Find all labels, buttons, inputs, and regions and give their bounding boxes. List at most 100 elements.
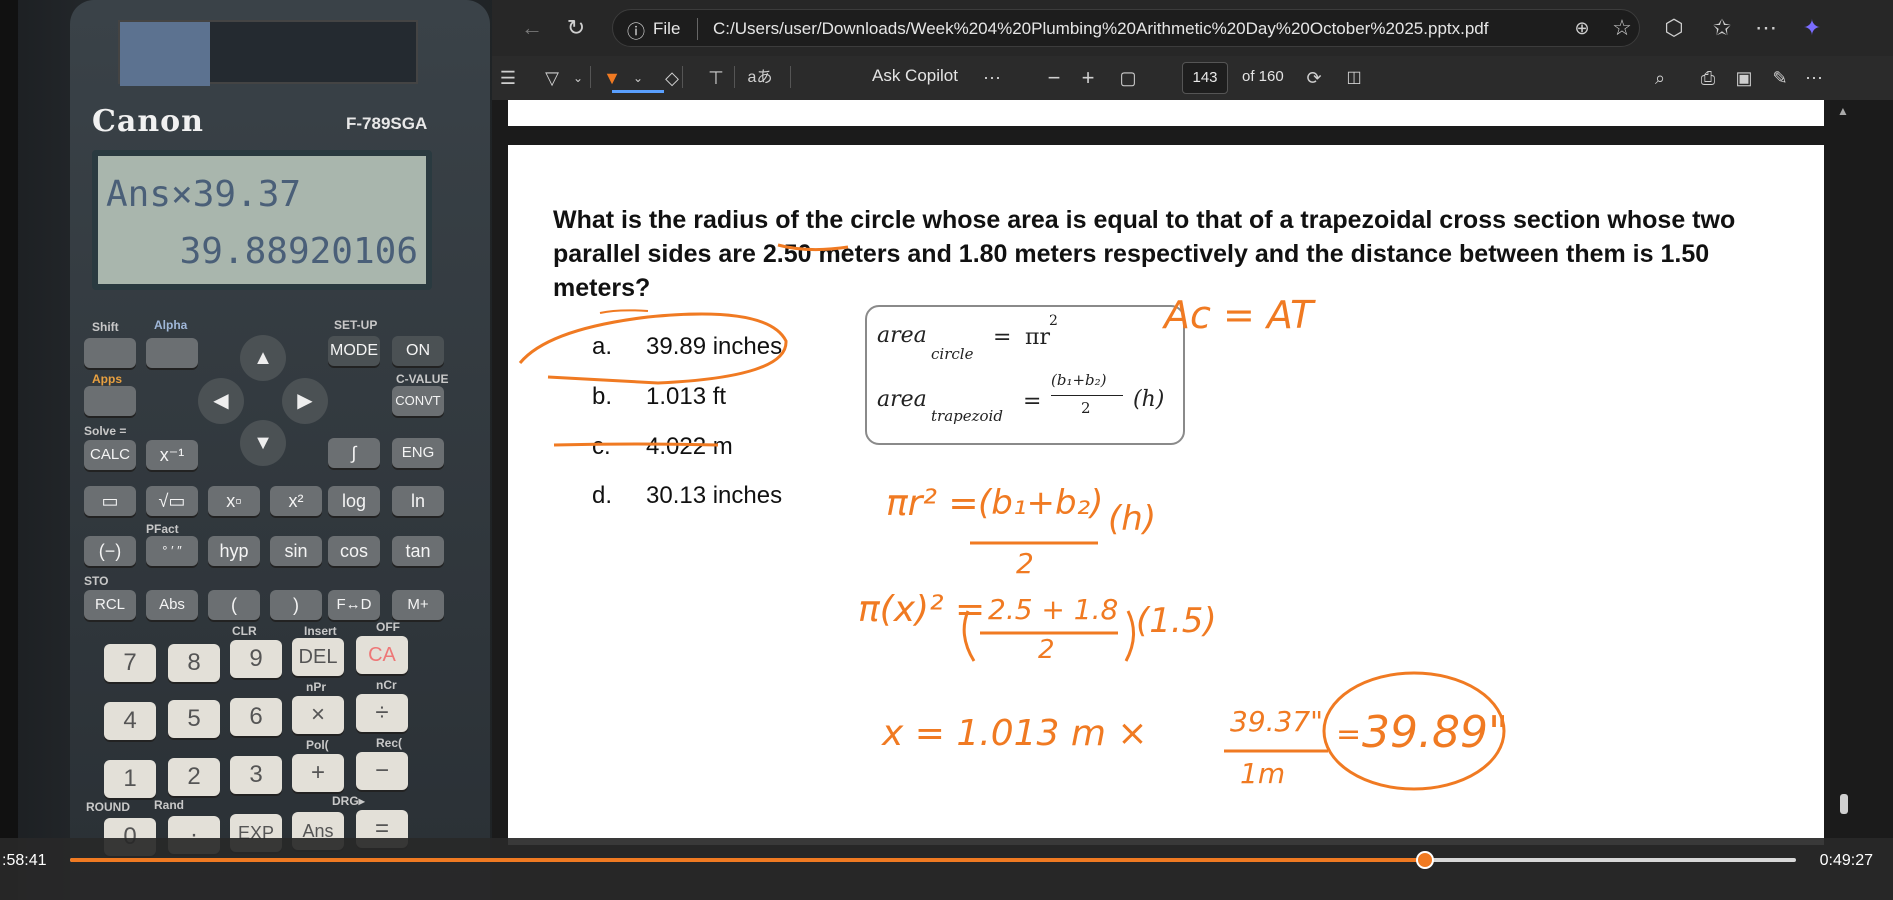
label-setup: SET-UP [334, 318, 378, 332]
rparen-key[interactable]: ) [270, 590, 322, 620]
extensions-icon[interactable]: ⬡ [1658, 12, 1690, 44]
negative-key[interactable]: (−) [84, 536, 136, 566]
text-box-icon[interactable]: ⊤ [700, 62, 732, 94]
key-5[interactable]: 5 [168, 700, 220, 738]
ink-annotations [518, 243, 1506, 791]
ca-key[interactable]: CA [356, 636, 408, 674]
hyp-key[interactable]: hyp [208, 536, 260, 566]
read-aloud-icon[interactable]: aあ [744, 62, 776, 94]
power-key[interactable]: x▫ [208, 486, 260, 516]
seek-bar[interactable] [70, 851, 1796, 869]
ink-line2-den: 2 [1038, 635, 1055, 665]
eng-key[interactable]: ENG [392, 438, 444, 468]
degree-key[interactable]: ° ′ ″ [146, 536, 198, 566]
url-text[interactable]: C:/Users/user/Downloads/Week%204%20Plumb… [713, 19, 1488, 39]
log-key[interactable]: log [328, 486, 380, 516]
cos-key[interactable]: cos [328, 536, 380, 566]
abs-key[interactable]: Abs [146, 590, 198, 620]
copilot-icon[interactable]: ✦ [1796, 12, 1828, 44]
address-bar[interactable]: ⓘ File C:/Users/user/Downloads/Week%204%… [612, 9, 1640, 47]
ink-line3-lhs: x = 1.013 m × [882, 713, 1148, 754]
pdf-page: What is the radius of the circle whose a… [508, 145, 1824, 845]
on-key[interactable]: ON [392, 336, 444, 366]
mode-key[interactable]: MODE [328, 336, 380, 366]
search-icon[interactable]: ⌕ [1644, 62, 1676, 94]
scrollbar-thumb[interactable] [1840, 794, 1848, 814]
ask-copilot-button[interactable]: Ask Copilot [872, 66, 958, 86]
key-9[interactable]: 9 [230, 640, 282, 678]
dpad-right-icon[interactable]: ▶ [282, 378, 328, 424]
contents-icon[interactable]: ☰ [492, 62, 524, 94]
convt-key[interactable]: CONVT [392, 386, 444, 416]
label-off: OFF [376, 620, 400, 634]
calculator: Canon F-789SGA Ans×39.37 39.88920106 Shi… [70, 0, 490, 900]
page-total: of 160 [1242, 68, 1284, 85]
ink-line3-num: 39.37" [1230, 705, 1324, 738]
sin-key[interactable]: sin [270, 536, 322, 566]
inverse-key[interactable]: x⁻¹ [146, 440, 198, 470]
camera-edge [0, 0, 18, 900]
fd-key[interactable]: F↔D [328, 590, 380, 620]
settings-more-icon[interactable]: ⋯ [1798, 62, 1830, 94]
key-3[interactable]: 3 [230, 756, 282, 794]
add-key[interactable]: + [292, 754, 344, 792]
label-rec: Rec( [376, 736, 403, 750]
calc-key[interactable]: CALC [84, 440, 136, 470]
key-4[interactable]: 4 [104, 702, 156, 740]
favorites-icon[interactable]: ✩ [1706, 12, 1738, 44]
rcl-key[interactable]: RCL [84, 590, 136, 620]
key-2[interactable]: 2 [168, 758, 220, 796]
mplus-key[interactable]: M+ [392, 590, 444, 620]
apps-key[interactable] [84, 386, 136, 416]
info-icon[interactable]: ⓘ [627, 18, 645, 44]
tan-key[interactable]: tan [392, 536, 444, 566]
dpad-left-icon[interactable]: ◀ [198, 378, 244, 424]
square-key[interactable]: x² [270, 486, 322, 516]
dpad-up-icon[interactable]: ▲ [240, 335, 286, 381]
scroll-up-icon[interactable]: ▲ [1837, 104, 1849, 118]
refresh-icon[interactable]: ↻ [560, 12, 592, 44]
calculator-brand: Canon [92, 104, 204, 139]
rotate-icon[interactable]: ⟳ [1298, 62, 1330, 94]
save-icon[interactable]: ▣ [1728, 62, 1760, 94]
more-tools-icon[interactable]: ⋯ [976, 62, 1008, 94]
strike-option-c [553, 442, 719, 447]
subtract-key[interactable]: − [356, 752, 408, 790]
key-8[interactable]: 8 [168, 644, 220, 682]
shift-key[interactable] [84, 338, 136, 368]
more-icon[interactable]: ⋯ [1750, 12, 1782, 44]
lparen-key[interactable]: ( [208, 590, 260, 620]
multiply-key[interactable]: × [292, 696, 344, 734]
key-1[interactable]: 1 [104, 760, 156, 798]
display-result: 39.88920106 [179, 231, 418, 272]
ln-key[interactable]: ln [392, 486, 444, 516]
divide-key[interactable]: ÷ [356, 694, 408, 732]
key-6[interactable]: 6 [230, 698, 282, 736]
ink-line2-lhs: π(x)² = [858, 589, 986, 630]
zoom-out-icon[interactable]: − [1038, 62, 1070, 94]
fraction-key[interactable]: ▭ [84, 486, 136, 516]
fit-page-icon[interactable]: ▢ [1112, 62, 1144, 94]
integral-key[interactable]: ∫ [328, 438, 380, 468]
previous-page [508, 100, 1824, 126]
zoom-icon[interactable]: ⊕ [1566, 12, 1598, 44]
print-icon[interactable]: ⎙ [1692, 62, 1724, 94]
ink-line1-lhs: πr² = [886, 483, 979, 524]
save-as-icon[interactable]: ✎ [1764, 62, 1796, 94]
star-icon[interactable]: ☆ [1606, 12, 1638, 44]
label-clr: CLR [232, 624, 257, 638]
zoom-in-icon[interactable]: + [1072, 62, 1104, 94]
alpha-key[interactable] [146, 338, 198, 368]
dpad-down-icon[interactable]: ▼ [240, 420, 286, 466]
page-view-icon[interactable]: ◫ [1338, 62, 1370, 94]
back-icon[interactable]: ← [516, 12, 548, 44]
page-number-input[interactable]: 143 [1182, 62, 1228, 94]
del-key[interactable]: DEL [292, 638, 344, 676]
sqrt-key[interactable]: √▭ [146, 486, 198, 516]
key-7[interactable]: 7 [104, 644, 156, 682]
seek-thumb[interactable] [1415, 851, 1434, 869]
ink-line3-result: 39.89" [1362, 707, 1509, 758]
label-pfact: PFact [146, 522, 179, 536]
label-pol: Pol( [306, 738, 329, 752]
label-sto: STO [84, 574, 109, 588]
